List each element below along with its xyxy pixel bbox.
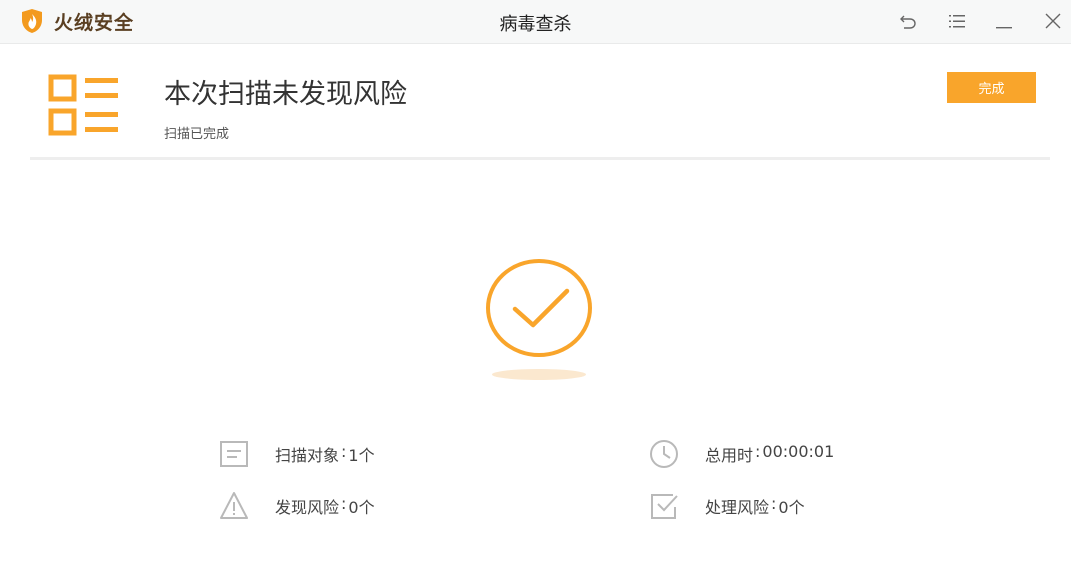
warning-icon — [220, 492, 248, 519]
check-shadow — [492, 369, 586, 380]
stat-scan-objects: 扫描对象 : 1个 — [219, 439, 375, 469]
scan-status: 扫描已完成 — [164, 127, 230, 142]
window-title: 病毒查杀 — [499, 14, 572, 35]
stat-label: 扫描对象 — [275, 446, 340, 465]
done-button[interactable]: 完成 — [947, 72, 1036, 103]
menu-button[interactable] — [944, 9, 970, 33]
minimize-icon — [996, 27, 1012, 29]
stat-value: 0个 — [348, 498, 375, 517]
menu-icon — [949, 15, 965, 28]
back-button[interactable] — [895, 9, 921, 33]
stat-value: 00:00:01 — [762, 442, 835, 461]
document-icon — [220, 441, 248, 467]
stat-label: 发现风险 — [275, 498, 340, 517]
title-bar: 火绒安全 病毒查杀 — [0, 0, 1071, 44]
stat-separator: : — [341, 442, 347, 461]
stat-risks-handled: 处理风险 : 0个 — [649, 491, 805, 521]
header-divider — [30, 157, 1050, 160]
checkbox-icon — [651, 494, 678, 519]
stat-value: 1个 — [348, 446, 375, 465]
stat-label: 总用时 — [705, 446, 754, 465]
brand-name: 火绒安全 — [54, 11, 135, 34]
check-circle-icon — [486, 259, 592, 357]
report-list-icon — [48, 74, 118, 136]
brand: 火绒安全 — [20, 8, 134, 34]
page-title: 本次扫描未发现风险 — [164, 79, 407, 110]
stat-separator: : — [341, 494, 347, 513]
stat-separator: : — [755, 442, 761, 461]
stat-label: 处理风险 — [705, 498, 770, 517]
minimize-button[interactable] — [991, 9, 1017, 33]
huorong-logo-icon — [22, 9, 42, 33]
back-arrow-icon — [900, 15, 916, 29]
stat-value: 0个 — [778, 498, 805, 517]
clock-icon — [650, 440, 678, 468]
stat-total-time: 总用时 : 00:00:01 — [649, 439, 834, 469]
close-icon — [1045, 13, 1061, 29]
close-button[interactable] — [1040, 9, 1066, 33]
stat-separator: : — [771, 494, 777, 513]
stat-risks-found: 发现风险 : 0个 — [219, 491, 375, 521]
